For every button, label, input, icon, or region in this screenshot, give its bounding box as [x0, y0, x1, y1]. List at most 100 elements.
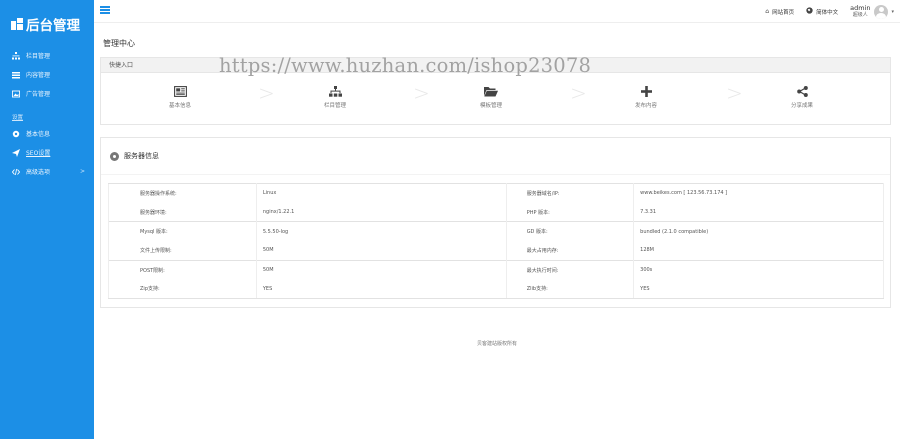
quick-item-label: 分享成果	[790, 103, 813, 109]
quick-entry-title: 快捷入口	[101, 58, 890, 73]
sidebar-item-content-management[interactable]: 内容管理	[0, 65, 94, 84]
server-info-title: 服务器信息	[124, 152, 159, 160]
quick-entry-panel: 快捷入口 基本信息 > 栏目管理 > 模板管理 > 发布内容 > 分享成果	[100, 57, 891, 125]
image-icon	[12, 90, 20, 98]
sidebar-item-label: 高级选项	[26, 169, 51, 176]
sidebar-item-label: SEO设置	[26, 150, 51, 157]
quick-item-label: 模板管理	[479, 103, 502, 109]
main-content: 管理中心 快捷入口 基本信息 > 栏目管理 > 模板管理 > 发布内容 > 分享…	[94, 23, 900, 439]
quick-entry-row: 基本信息 > 栏目管理 > 模板管理 > 发布内容 > 分享成果	[101, 73, 890, 125]
topbar-actions: ⌂ 网站首页 简体中文 admin 超级人 ▾	[765, 0, 894, 23]
quick-item-label: 栏目管理	[323, 103, 346, 109]
site-home-label: 网站首页	[772, 9, 795, 16]
server-info-panel: 服务器信息 服务器操作系统: Linux 服务器域名/IP: www.beike…	[100, 137, 891, 308]
logo[interactable]: 后台管理	[0, 0, 94, 36]
globe-icon	[806, 7, 813, 16]
chevron-right-icon: >	[258, 81, 275, 105]
info-value: YES	[255, 279, 507, 300]
quick-item-template-management[interactable]: 模板管理	[446, 73, 536, 125]
info-key: 最大占用内存:	[505, 241, 635, 261]
sidebar-item-label: 内容管理	[26, 72, 51, 79]
sitemap-icon	[12, 51, 20, 60]
table-row: 文件上传限制: 50M 最大占用内存: 128M	[108, 241, 884, 261]
info-value: 5.5.50-log	[255, 221, 507, 242]
info-value: bundled (2.1.0 compatible)	[633, 221, 884, 242]
user-info: admin 超级人	[850, 5, 870, 18]
sidebar-item-label: 广告管理	[26, 91, 51, 98]
sidebar-section-settings[interactable]: 设置	[0, 113, 94, 124]
gear-icon	[110, 151, 119, 161]
info-key: 服务器操作系统:	[108, 182, 257, 203]
chevron-right-icon: >	[79, 168, 85, 175]
logo-text: 后台管理	[26, 18, 80, 34]
send-icon	[12, 148, 20, 157]
user-name: admin	[850, 4, 871, 12]
info-value: 7.3.31	[633, 202, 884, 222]
user-menu[interactable]: admin 超级人 ▾	[850, 4, 894, 19]
avatar	[874, 4, 889, 19]
info-key: 服务器环境:	[108, 202, 257, 222]
info-value: www.beikes.com [ 123.56.73.174 ]	[633, 182, 884, 203]
quick-item-basic-info[interactable]: 基本信息	[135, 73, 225, 125]
server-info-table: 服务器操作系统: Linux 服务器域名/IP: www.beikes.com …	[108, 182, 884, 300]
language-label: 简体中文	[816, 9, 839, 16]
info-value: 128M	[633, 241, 884, 261]
info-key: 服务器域名/IP:	[505, 182, 635, 203]
table-row: Zip支持: YES Zlib支持: YES	[108, 279, 884, 300]
footer-copyright: 贝客建站版权所有	[476, 341, 517, 347]
info-key: Zlib支持:	[505, 279, 635, 300]
table-row: 服务器操作系统: Linux 服务器域名/IP: www.beikes.com …	[108, 182, 884, 203]
info-key: Zip支持:	[108, 279, 257, 300]
info-key: Mysql 版本:	[108, 221, 257, 242]
table-row: 服务器环境: nginx/1.22.1 PHP 版本: 7.3.31	[108, 202, 884, 222]
chevron-right-icon: >	[570, 81, 587, 105]
info-value: YES	[633, 279, 884, 300]
chevron-right-icon: >	[413, 81, 430, 105]
sitemap-icon	[290, 86, 380, 98]
quick-item-column-management[interactable]: 栏目管理	[290, 73, 380, 125]
sidebar-item-advanced-options[interactable]: 高级选项 >	[0, 162, 94, 181]
caret-down-icon: ▾	[891, 8, 894, 15]
table-row: POST限制: 50M 最大执行时间: 300s	[108, 259, 884, 280]
info-value: nginx/1.22.1	[255, 202, 507, 222]
info-key: GD 版本:	[505, 221, 635, 242]
sidebar-nav: 栏目管理 内容管理 广告管理 设置 基本信息 SEO设置 高级选项 >	[0, 46, 94, 181]
menu-toggle-icon[interactable]	[100, 6, 110, 14]
sidebar-item-seo-settings[interactable]: SEO设置	[0, 143, 94, 162]
sidebar-item-column-management[interactable]: 栏目管理	[0, 46, 94, 65]
share-icon	[757, 86, 847, 98]
code-icon	[12, 168, 20, 176]
table-row: Mysql 版本: 5.5.50-log GD 版本: bundled (2.1…	[108, 221, 884, 242]
user-role: 超级人	[852, 11, 868, 18]
sidebar: 后台管理 栏目管理 内容管理 广告管理 设置 基本信息 SEO设置 高级选项 >	[0, 0, 94, 439]
info-key: PHP 版本:	[505, 202, 635, 222]
plus-icon	[601, 86, 691, 98]
gear-icon	[12, 130, 20, 138]
info-key: 文件上传限制:	[108, 241, 257, 261]
newspaper-icon	[135, 86, 225, 98]
info-key: POST限制:	[108, 259, 257, 280]
server-info-header: 服务器信息	[101, 138, 890, 175]
sidebar-item-label: 栏目管理	[26, 53, 51, 60]
list-icon	[12, 71, 20, 79]
quick-item-label: 基本信息	[168, 103, 191, 109]
sidebar-item-label: 基本信息	[26, 131, 51, 138]
info-key: 最大执行时间:	[505, 259, 635, 280]
quick-item-share[interactable]: 分享成果	[757, 73, 847, 125]
folder-open-icon	[446, 86, 536, 98]
quick-item-label: 发布内容	[634, 103, 657, 109]
info-value: 300s	[633, 259, 884, 280]
site-home-link[interactable]: ⌂ 网站首页	[765, 8, 794, 16]
info-value: 50M	[255, 259, 507, 280]
language-switch[interactable]: 简体中文	[806, 7, 838, 16]
chevron-right-icon: >	[726, 81, 743, 105]
info-value: Linux	[255, 182, 507, 203]
sidebar-item-basic-info[interactable]: 基本信息	[0, 124, 94, 143]
home-icon: ⌂	[765, 8, 770, 15]
page-title: 管理中心	[103, 39, 135, 48]
logo-grid-icon	[11, 18, 23, 30]
sidebar-item-ad-management[interactable]: 广告管理	[0, 84, 94, 103]
quick-item-publish-content[interactable]: 发布内容	[601, 73, 691, 125]
topbar: ⌂ 网站首页 简体中文 admin 超级人 ▾	[94, 0, 900, 23]
info-value: 50M	[255, 241, 507, 261]
